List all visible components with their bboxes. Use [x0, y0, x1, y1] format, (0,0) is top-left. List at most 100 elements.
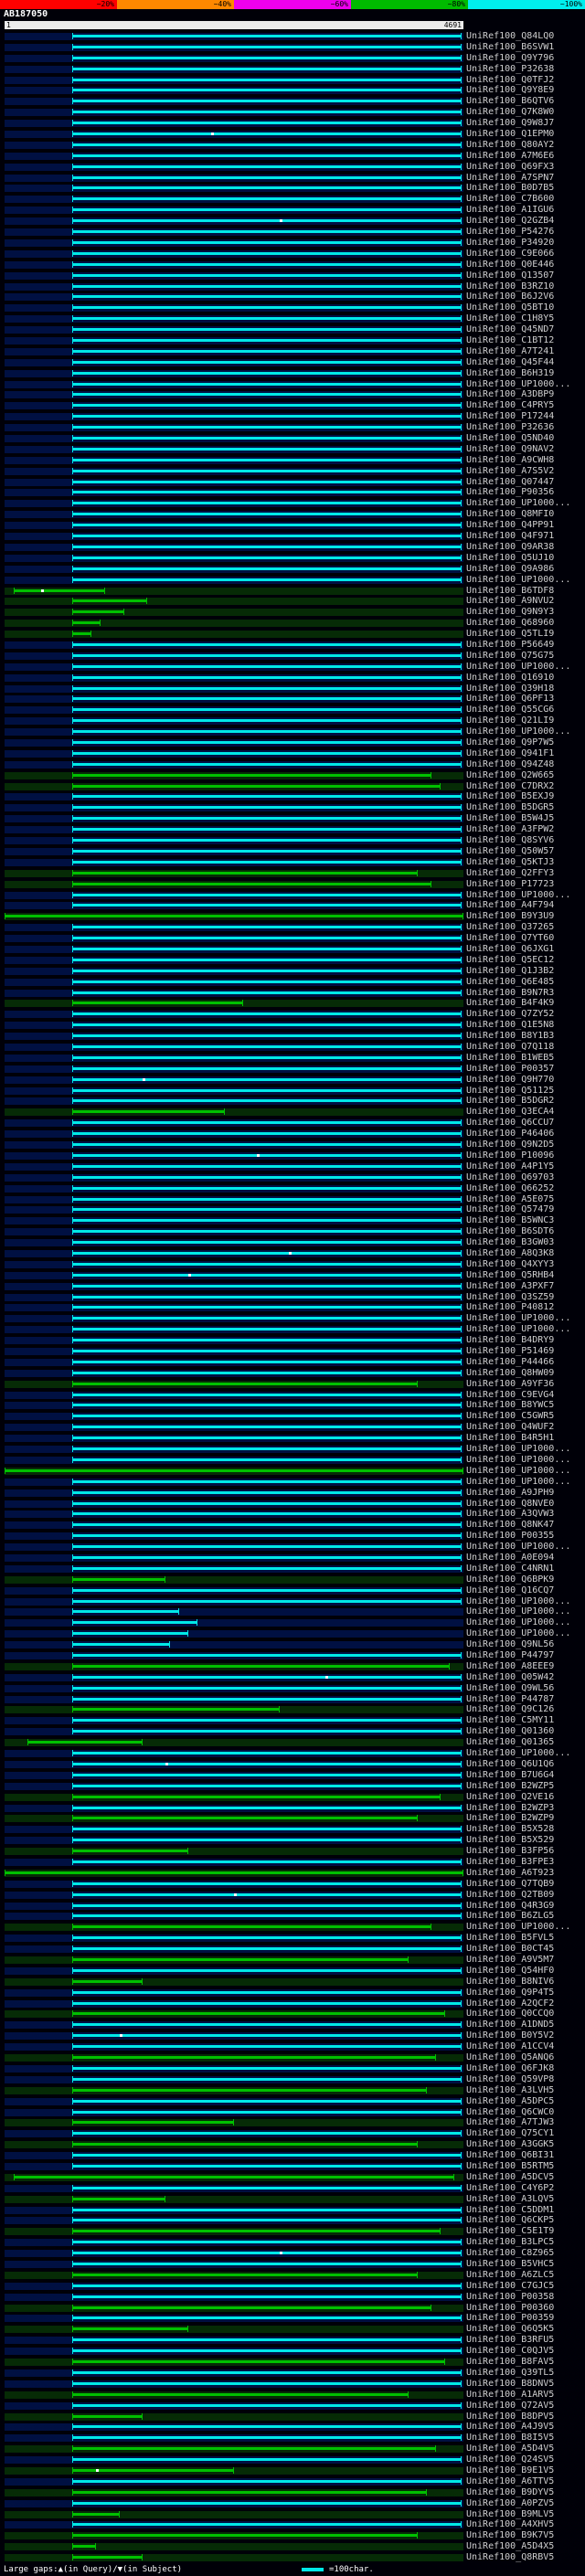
- hit-bar[interactable]: [72, 1848, 188, 1855]
- hit-bar[interactable]: [72, 1315, 462, 1322]
- hit-bar[interactable]: [72, 1511, 462, 1518]
- hit-label[interactable]: UniRef100_Q68960: [466, 619, 554, 628]
- hit-bar[interactable]: [72, 1771, 462, 1778]
- hit-bar[interactable]: [72, 978, 462, 985]
- hit-bar[interactable]: [72, 1489, 462, 1496]
- hit-bar[interactable]: [72, 695, 462, 703]
- hit-label[interactable]: UniRef100_Q6E485: [466, 977, 554, 987]
- hit-bar[interactable]: [72, 598, 147, 605]
- hit-bar[interactable]: [72, 1858, 462, 1865]
- hit-label[interactable]: UniRef100_Q1E5N8: [466, 1021, 554, 1030]
- hit-bar[interactable]: [5, 1869, 463, 1876]
- hit-bar[interactable]: [72, 2010, 445, 2018]
- hit-bar[interactable]: [72, 163, 462, 170]
- hit-label[interactable]: UniRef100_B6ZLG5: [466, 1912, 554, 1921]
- hit-label[interactable]: UniRef100_A3FPW2: [466, 825, 554, 834]
- hit-label[interactable]: UniRef100_Q6BI31: [466, 2151, 554, 2160]
- hit-bar[interactable]: [72, 554, 462, 561]
- hit-bar[interactable]: [72, 87, 462, 94]
- hit-label[interactable]: UniRef100_A3LQV5: [466, 2194, 554, 2204]
- hit-label[interactable]: UniRef100_P00357: [466, 1064, 554, 1074]
- hit-label[interactable]: UniRef100_A6TTV5: [466, 2476, 554, 2486]
- hit-label[interactable]: UniRef100_Q4PP91: [466, 521, 554, 530]
- hit-bar[interactable]: [72, 260, 462, 268]
- hit-bar[interactable]: [72, 2130, 462, 2137]
- hit-label[interactable]: UniRef100_A7T241: [466, 346, 554, 356]
- hit-label[interactable]: UniRef100_UP1000...: [466, 662, 570, 672]
- hit-bar[interactable]: [72, 1065, 462, 1072]
- hit-bar[interactable]: [72, 2521, 462, 2528]
- hit-label[interactable]: UniRef100_Q9P4T5: [466, 1988, 554, 1998]
- hit-label[interactable]: UniRef100_UP1000...: [466, 1607, 570, 1617]
- hit-bar[interactable]: [72, 2152, 462, 2159]
- hit-bar[interactable]: [72, 2348, 462, 2355]
- hit-bar[interactable]: [72, 956, 462, 963]
- hit-label[interactable]: UniRef100_B6H319: [466, 368, 554, 378]
- hit-bar[interactable]: [72, 196, 462, 203]
- hit-bar[interactable]: [72, 837, 462, 844]
- hit-label[interactable]: UniRef100_A5E075: [466, 1194, 554, 1204]
- hit-label[interactable]: UniRef100_C7GJC5: [466, 2281, 554, 2291]
- hit-label[interactable]: UniRef100_Q45ND7: [466, 325, 554, 334]
- hit-bar[interactable]: [72, 1564, 462, 1572]
- hit-bar[interactable]: [72, 2380, 462, 2387]
- hit-bar[interactable]: [72, 2162, 462, 2169]
- hit-label[interactable]: UniRef100_A9V5M7: [466, 1956, 554, 1965]
- hit-label[interactable]: UniRef100_B5VHC5: [466, 2260, 554, 2269]
- hit-bar[interactable]: [72, 880, 431, 887]
- hit-label[interactable]: UniRef100_Q9NL56: [466, 1640, 554, 1649]
- hit-label[interactable]: UniRef100_Q3ECA4: [466, 1108, 554, 1117]
- hit-bar[interactable]: [72, 717, 462, 725]
- hit-bar[interactable]: [72, 1575, 165, 1583]
- hit-bar[interactable]: [72, 1033, 462, 1040]
- hit-bar[interactable]: [72, 1630, 188, 1638]
- hit-label[interactable]: UniRef100_Q8RBV5: [466, 2553, 554, 2562]
- hit-label[interactable]: UniRef100_Q37265: [466, 923, 554, 932]
- hit-label[interactable]: UniRef100_P40812: [466, 1303, 554, 1312]
- hit-bar[interactable]: [72, 945, 462, 952]
- hit-label[interactable]: UniRef100_Q16CQ7: [466, 1585, 554, 1595]
- hit-bar[interactable]: [72, 2108, 462, 2115]
- hit-label[interactable]: UniRef100_Q66252: [466, 1183, 554, 1193]
- hit-bar[interactable]: [72, 1011, 462, 1018]
- hit-bar[interactable]: [72, 826, 462, 833]
- hit-label[interactable]: UniRef100_P17723: [466, 879, 554, 889]
- hit-label[interactable]: UniRef100_P56649: [466, 640, 554, 650]
- hit-bar[interactable]: [72, 2423, 462, 2431]
- hit-bar[interactable]: [72, 728, 462, 736]
- hit-label[interactable]: UniRef100_Q72AV5: [466, 2401, 554, 2411]
- hit-bar[interactable]: [72, 1891, 462, 1898]
- hit-bar[interactable]: [72, 2043, 462, 2051]
- hit-label[interactable]: UniRef100_A7TJW3: [466, 2118, 554, 2127]
- hit-label[interactable]: UniRef100_B5X529: [466, 1836, 554, 1845]
- hit-label[interactable]: UniRef100_Q4R3G9: [466, 1901, 554, 1911]
- hit-label[interactable]: UniRef100_B6TDF8: [466, 586, 554, 596]
- hit-bar[interactable]: [72, 467, 462, 474]
- hit-label[interactable]: UniRef100_P46406: [466, 1129, 554, 1139]
- hit-bar[interactable]: [72, 1977, 143, 1985]
- hit-bar[interactable]: [72, 131, 462, 138]
- hit-bar[interactable]: [72, 1553, 462, 1561]
- hit-label[interactable]: UniRef100_Q21LI9: [466, 716, 554, 726]
- hit-label[interactable]: UniRef100_Q01360: [466, 1727, 554, 1736]
- hit-bar[interactable]: [72, 760, 462, 768]
- hit-label[interactable]: UniRef100_C4Y6P2: [466, 2183, 554, 2193]
- hit-bar[interactable]: [72, 2543, 97, 2550]
- hit-label[interactable]: UniRef100_A2QCF2: [466, 1998, 554, 2009]
- hit-label[interactable]: UniRef100_Q55CG6: [466, 705, 554, 715]
- hit-label[interactable]: UniRef100_A6ZLC5: [466, 2270, 554, 2280]
- hit-bar[interactable]: [72, 1173, 462, 1181]
- hit-bar[interactable]: [72, 1337, 462, 1344]
- hit-label[interactable]: UniRef100_Q6BPK9: [466, 1574, 554, 1585]
- hit-bar[interactable]: [27, 1739, 143, 1746]
- hit-bar[interactable]: [72, 1391, 462, 1398]
- hit-bar[interactable]: [72, 1304, 462, 1311]
- hit-label[interactable]: UniRef100_P32638: [466, 64, 554, 74]
- hit-label[interactable]: UniRef100_Q5TLI9: [466, 630, 554, 639]
- hit-label[interactable]: UniRef100_Q54HF0: [466, 1966, 554, 1976]
- hit-bar[interactable]: [72, 2032, 462, 2040]
- hit-label[interactable]: UniRef100_P17244: [466, 412, 554, 421]
- hit-label[interactable]: UniRef100_B3GW03: [466, 1238, 554, 1247]
- hit-label[interactable]: UniRef100_UP1000...: [466, 727, 570, 737]
- hit-label[interactable]: UniRef100_B4R5H1: [466, 1434, 554, 1443]
